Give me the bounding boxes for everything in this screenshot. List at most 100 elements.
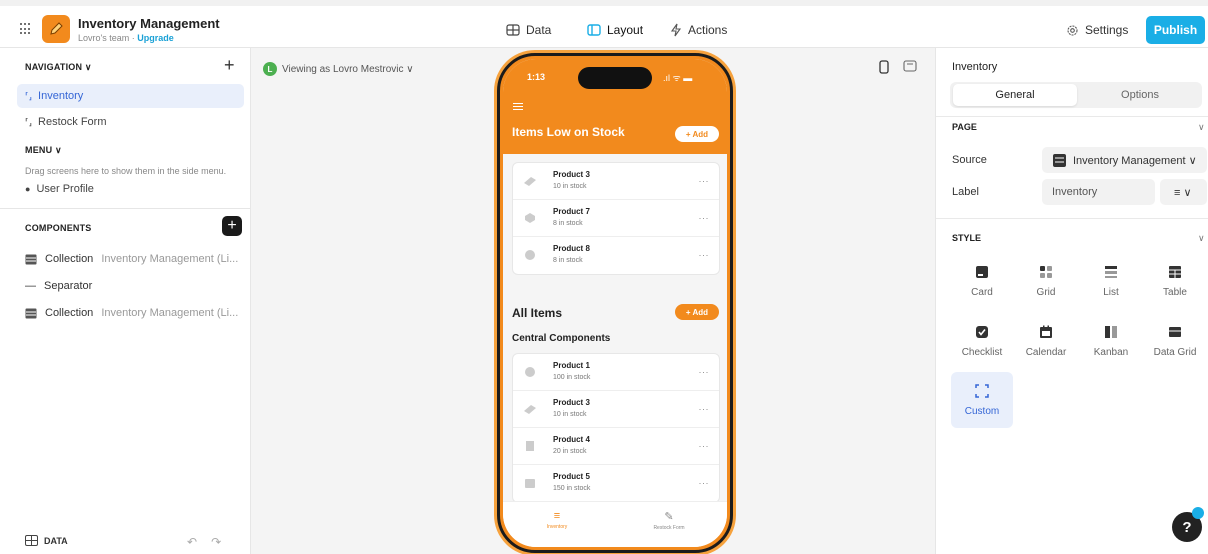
settings-button[interactable]: Settings [1066, 23, 1128, 37]
dynamic-island [578, 67, 652, 89]
product-stock: 20 in stock [553, 448, 587, 455]
tab-actions[interactable]: Actions [670, 23, 727, 37]
list-item[interactable]: Product 3 10 in stock ··· [513, 163, 719, 200]
user-icon: ● [25, 184, 31, 194]
chevron-down-icon[interactable]: ∨ [1198, 233, 1205, 244]
screen-frame-icon: ⸢⸥ [25, 116, 33, 127]
style-grid[interactable]: Grid [1015, 253, 1077, 309]
style-label: Data Grid [1153, 346, 1197, 358]
style-data-grid[interactable]: Data Grid [1144, 313, 1206, 369]
redo-icon[interactable]: ↷ [211, 535, 221, 549]
phone-screen: 1:13 .ıl ᯤ ▬ Items Low on Stock + Add Pr… [503, 59, 727, 547]
label-input[interactable]: Inventory [1042, 179, 1155, 205]
data-button[interactable]: DATA [25, 535, 68, 546]
tab-general[interactable]: General [953, 84, 1077, 106]
more-icon[interactable]: ··· [699, 176, 710, 186]
source-label: Source [952, 154, 987, 166]
component-source: Inventory Management (Li... [101, 253, 239, 265]
product-name: Product 5 [553, 472, 590, 481]
more-icon[interactable]: ··· [699, 404, 710, 414]
panel-tabs: General Options [950, 82, 1202, 108]
undo-icon[interactable]: ↶ [187, 535, 197, 549]
style-label: Kanban [1093, 346, 1129, 358]
tablet-device-icon[interactable] [903, 60, 917, 72]
source-select[interactable]: Inventory Management ∨ [1042, 147, 1207, 173]
list-item[interactable]: Product 1 100 in stock ··· [513, 354, 719, 391]
phone-tab-restock-form[interactable]: ✎ Restock Form [639, 510, 699, 531]
more-icon[interactable]: ··· [699, 441, 710, 451]
menu-item-label: User Profile [36, 183, 94, 195]
phone-device-icon[interactable] [879, 60, 889, 74]
add-low-stock-button[interactable]: + Add [675, 126, 719, 142]
label-format-select[interactable]: ≡ ∨ [1160, 179, 1207, 205]
tab-layout[interactable]: Layout [587, 23, 643, 37]
nav-item-label: Restock Form [38, 116, 107, 128]
lines-icon: ≡ ∨ [1174, 186, 1192, 199]
phone-tab-inventory[interactable]: ≡ Inventory [527, 510, 587, 530]
layout-icon [587, 24, 601, 36]
nav-item-restock-form[interactable]: ⸢⸥ Restock Form [17, 110, 244, 134]
list-item[interactable]: Product 4 20 in stock ··· [513, 428, 719, 465]
data-label: DATA [44, 535, 68, 546]
more-icon[interactable]: ··· [699, 478, 710, 488]
style-table[interactable]: Table [1144, 253, 1206, 309]
notification-badge [1192, 507, 1204, 519]
style-label: Card [971, 286, 993, 298]
source-value: Inventory Management ∨ [1073, 154, 1197, 167]
phone-time: 1:13 [527, 72, 546, 82]
list-item[interactable]: Product 8 8 in stock ··· [513, 237, 719, 274]
publish-button[interactable]: Publish [1146, 16, 1205, 44]
list-item[interactable]: Product 3 10 in stock ··· [513, 391, 719, 428]
add-component-button[interactable]: + [222, 216, 242, 236]
calendar-icon [1040, 325, 1052, 338]
component-separator[interactable]: — Separator [25, 280, 92, 292]
label-label: Label [952, 186, 979, 198]
product-stock: 8 in stock [553, 257, 583, 264]
custom-frame-icon [975, 383, 989, 398]
divider [0, 208, 251, 209]
product-name: Product 7 [553, 207, 590, 216]
style-card[interactable]: Card [951, 253, 1013, 309]
chevron-down-icon[interactable]: ∨ [1198, 122, 1205, 133]
component-label: Separator [44, 280, 93, 292]
apps-grid-icon[interactable] [20, 23, 32, 35]
menu-item-user-profile[interactable]: ● User Profile [17, 177, 244, 201]
nav-item-inventory[interactable]: ⸢⸥ Inventory [17, 84, 244, 108]
more-icon[interactable]: ··· [699, 367, 710, 377]
app-name[interactable]: Inventory Management [78, 16, 220, 31]
navigation-heading[interactable]: NAVIGATION ∨ [25, 62, 92, 73]
upgrade-link[interactable]: Upgrade [137, 33, 174, 43]
more-icon[interactable]: ··· [699, 213, 710, 223]
style-list[interactable]: List [1080, 253, 1142, 309]
grid-icon [1040, 265, 1052, 278]
left-panel: NAVIGATION ∨ + ⸢⸥ Inventory ⸢⸥ Restock F… [0, 48, 251, 554]
hamburger-menu-icon[interactable] [513, 103, 523, 110]
product-stock: 150 in stock [553, 485, 591, 492]
component-collection-1[interactable]: Collection Inventory Management (Li... [25, 253, 238, 265]
style-custom[interactable]: Custom [951, 372, 1013, 428]
app-logo[interactable] [42, 15, 70, 43]
style-calendar[interactable]: Calendar [1015, 313, 1077, 369]
all-items-list: Product 1 100 in stock ··· Product 3 10 … [512, 353, 720, 503]
style-checklist[interactable]: Checklist [951, 313, 1013, 369]
menu-heading[interactable]: MENU ∨ [25, 145, 62, 156]
table-icon [25, 535, 38, 546]
add-screen-icon[interactable]: + [224, 55, 235, 76]
add-item-button[interactable]: + Add [675, 304, 719, 320]
table-icon [1169, 265, 1181, 278]
tab-data[interactable]: Data [506, 23, 551, 37]
product-thumbnail-icon [524, 177, 536, 186]
component-collection-2[interactable]: Collection Inventory Management (Li... [25, 307, 238, 319]
phone-status-icons: .ıl ᯤ ▬ [663, 73, 693, 83]
viewing-as-selector[interactable]: L Viewing as Lovro Mestrovic ∨ [263, 62, 414, 76]
low-stock-title: Items Low on Stock [512, 125, 625, 139]
divider [936, 218, 1208, 219]
product-thumbnail-icon [525, 213, 535, 223]
more-icon[interactable]: ··· [699, 250, 710, 260]
list-item[interactable]: Product 5 150 in stock ··· [513, 465, 719, 502]
tab-options[interactable]: Options [1078, 84, 1202, 106]
style-kanban[interactable]: Kanban [1080, 313, 1142, 369]
list-item[interactable]: Product 7 8 in stock ··· [513, 200, 719, 237]
divider [936, 116, 1208, 117]
phone-preview[interactable]: 1:13 .ıl ᯤ ▬ Items Low on Stock + Add Pr… [497, 53, 733, 553]
